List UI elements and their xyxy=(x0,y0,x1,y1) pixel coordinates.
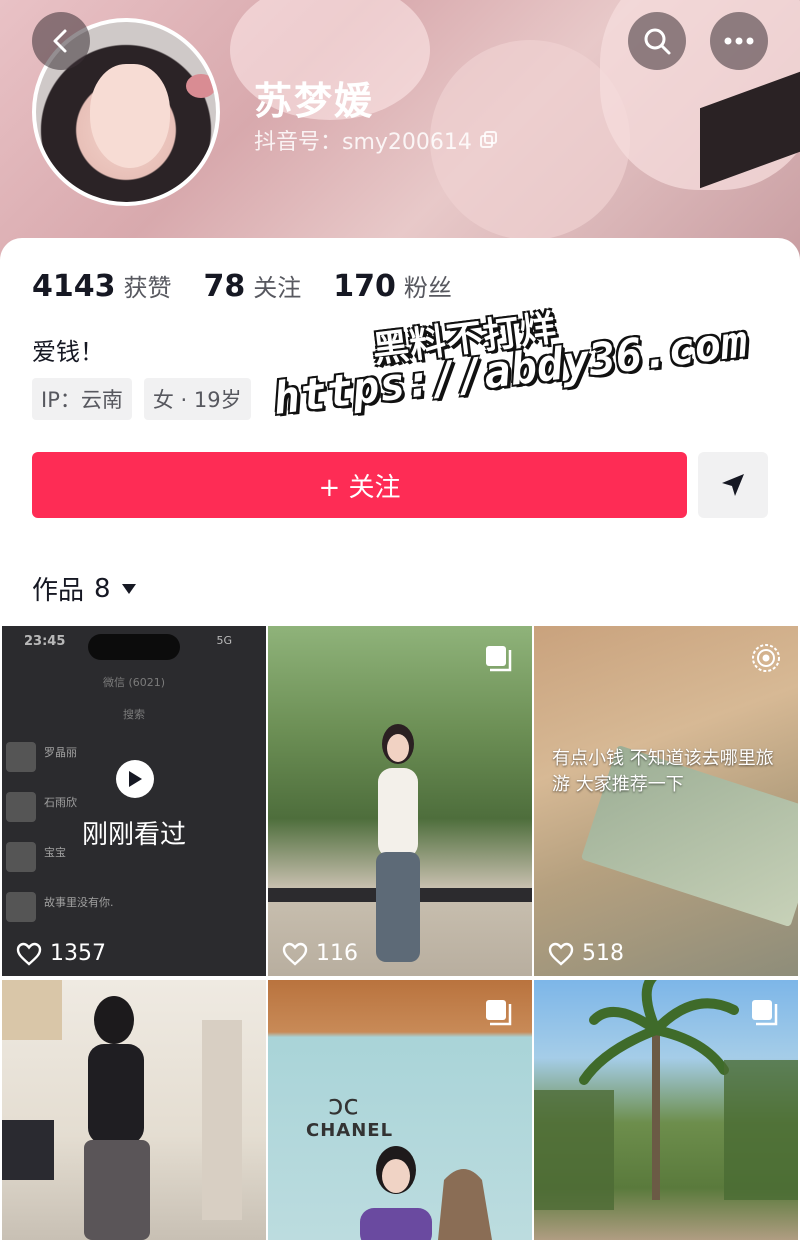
just-watched-label: 刚刚看过 xyxy=(81,820,186,850)
avatar-face xyxy=(90,64,170,168)
play-icon xyxy=(116,760,154,798)
video-caption: 有点小钱 不知道该去哪里旅游 大家推荐一下 xyxy=(552,748,774,795)
tag-list: IP：云南 女 · 19岁 xyxy=(32,378,251,420)
video-tile[interactable]: 116 xyxy=(268,626,532,976)
person-figure xyxy=(2,980,242,1240)
share-button[interactable] xyxy=(698,452,768,518)
copy-icon[interactable] xyxy=(479,131,498,149)
bio: 爱钱！ xyxy=(32,338,104,366)
like-count: 116 xyxy=(282,941,358,966)
ip-tag: IP：云南 xyxy=(32,378,132,420)
search-button[interactable] xyxy=(628,12,686,70)
watched-overlay xyxy=(2,626,266,976)
search-icon xyxy=(644,28,671,55)
video-tile[interactable] xyxy=(534,980,798,1240)
live-icon xyxy=(752,644,780,672)
like-count-value: 518 xyxy=(582,941,624,966)
stat-label: 关注 xyxy=(253,274,302,302)
video-tile[interactable]: 23:45 5G 微信 (6021) 搜索 罗晶丽 石雨欣 宝宝 故事里没有你.… xyxy=(2,626,266,976)
stat-label: 获赞 xyxy=(123,274,172,302)
heart-icon xyxy=(16,942,42,966)
stat-following[interactable]: 78 关注 xyxy=(204,268,302,304)
douyin-id-text: 抖音号：smy200614 xyxy=(254,130,472,155)
douyin-id[interactable]: 抖音号：smy200614 xyxy=(254,124,498,156)
multi-image-icon xyxy=(486,646,512,672)
share-icon xyxy=(722,474,744,496)
stat-number: 78 xyxy=(203,269,246,304)
works-tab[interactable]: 作品 8 xyxy=(32,570,137,607)
works-label: 作品 xyxy=(32,576,85,606)
like-count-value: 1357 xyxy=(50,941,106,966)
profile-header: 苏梦媛 抖音号：smy200614 xyxy=(0,0,800,260)
person-figure xyxy=(376,724,420,962)
like-count: 518 xyxy=(548,941,624,966)
avatar-bow xyxy=(186,74,216,98)
heart-icon xyxy=(282,942,308,966)
stat-number: 170 xyxy=(333,269,396,304)
heart-icon xyxy=(548,942,574,966)
like-count: 1357 xyxy=(16,941,106,966)
like-count-value: 116 xyxy=(316,941,358,966)
dropdown-icon xyxy=(121,583,136,594)
video-tile[interactable] xyxy=(2,980,266,1240)
follow-button[interactable]: + 关注 xyxy=(32,452,687,518)
video-tile[interactable]: 有点小钱 不知道该去哪里旅游 大家推荐一下 518 xyxy=(534,626,798,976)
stat-followers[interactable]: 170 粉丝 xyxy=(333,268,452,304)
gender-age-tag: 女 · 19岁 xyxy=(143,378,251,420)
back-button[interactable] xyxy=(32,12,90,70)
stats-row: 4143 获赞 78 关注 170 粉丝 xyxy=(32,268,452,304)
more-icon xyxy=(724,37,754,45)
stat-number: 4143 xyxy=(32,269,116,304)
video-tile[interactable]: ↄc CHANEL xyxy=(268,980,532,1240)
works-count: 8 xyxy=(94,573,111,604)
multi-image-icon xyxy=(752,1000,778,1026)
more-button[interactable] xyxy=(710,12,768,70)
stat-likes[interactable]: 4143 获赞 xyxy=(32,268,172,304)
stat-label: 粉丝 xyxy=(403,274,452,302)
back-icon xyxy=(53,29,67,53)
profile-name: 苏梦媛 xyxy=(254,79,375,123)
multi-image-icon xyxy=(486,1000,512,1026)
